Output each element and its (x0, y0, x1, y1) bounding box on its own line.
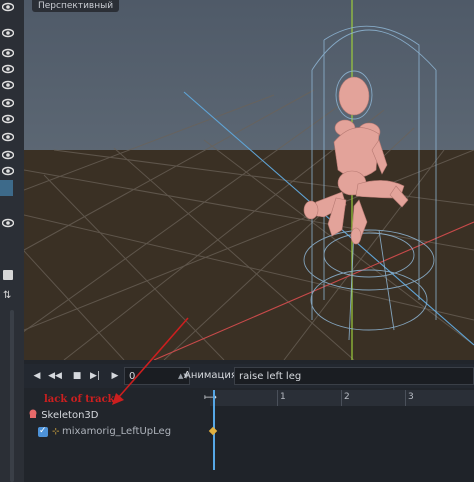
visibility-eye-icon[interactable] (2, 48, 16, 58)
ruler-tick (341, 390, 342, 406)
visibility-eye-icon[interactable] (2, 132, 16, 142)
left-dock-strip: ⇅ (0, 0, 24, 482)
stop-icon[interactable]: ■ (70, 368, 84, 384)
ruler-tick-label: 1 (280, 392, 286, 402)
animation-menu-button[interactable]: Анимация (184, 367, 237, 385)
visibility-eye-icon[interactable] (2, 218, 16, 228)
viewport-scene (24, 0, 474, 360)
ruler-tick-label: 2 (344, 392, 350, 402)
animation-select[interactable]: raise left leg (234, 367, 474, 385)
play-backwards-from-end-icon[interactable]: ◀◀ (48, 368, 62, 384)
visibility-eye-icon[interactable] (2, 28, 16, 38)
bone-track-label: mixamorig_LeftUpLeg (62, 426, 172, 437)
ruler-tick (277, 390, 278, 406)
play-from-start-icon[interactable]: ▶| (88, 368, 102, 384)
track-root-label: Skeleton3D (41, 410, 99, 421)
sort-icon[interactable]: ⇅ (3, 290, 11, 301)
visibility-eye-icon[interactable] (2, 64, 16, 74)
3d-viewport[interactable]: Перспективный (24, 0, 474, 360)
play-backwards-icon[interactable]: ◀ (30, 368, 44, 384)
ruler-tick-label: 3 (408, 392, 414, 402)
visibility-eye-icon[interactable] (2, 150, 16, 160)
selected-dock-item[interactable] (0, 180, 13, 196)
animation-panel: ◀ ◀◀ ■ ▶| ▶ 0 ▲▼ Анимация raise left leg… (24, 360, 474, 482)
visibility-eye-icon[interactable] (2, 2, 16, 12)
ruler-tick (405, 390, 406, 406)
play-icon[interactable]: ▶ (108, 368, 122, 384)
visibility-eye-icon[interactable] (2, 80, 16, 90)
timeline-ruler[interactable]: 1 2 3 (210, 390, 474, 406)
skeleton-node-icon (29, 409, 37, 418)
position-track-icon: ⊹ (52, 427, 60, 437)
annotation-text: lack of tracks (44, 394, 121, 405)
visibility-eye-icon[interactable] (2, 166, 16, 176)
visibility-eye-icon[interactable] (2, 114, 16, 124)
dock-scrollbar[interactable] (10, 310, 14, 482)
perspective-mode-button[interactable]: Перспективный (32, 0, 120, 12)
track-root-row[interactable]: Skeleton3D (28, 408, 99, 424)
check-icon: ✓ (39, 426, 47, 436)
visibility-eye-icon[interactable] (2, 98, 16, 108)
square-icon[interactable] (3, 270, 13, 280)
animation-toolbar: ◀ ◀◀ ■ ▶| ▶ 0 ▲▼ Анимация raise left leg (24, 364, 474, 388)
